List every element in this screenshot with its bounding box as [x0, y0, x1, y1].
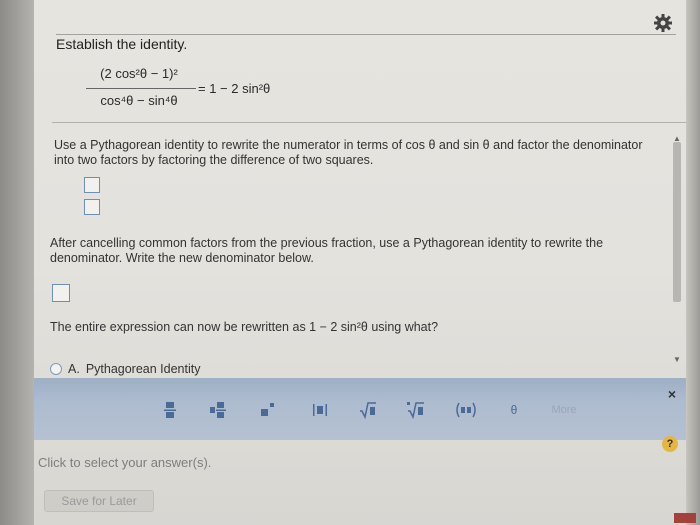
identity-denominator: cos⁴θ − sin⁴θ	[100, 93, 178, 108]
settings-button[interactable]	[648, 10, 678, 40]
identity-rhs: = 1 − 2 sin²θ	[198, 81, 271, 96]
left-edge	[0, 0, 34, 525]
denominator-input-box[interactable]	[84, 199, 100, 215]
section-divider	[52, 122, 692, 123]
right-edge	[686, 0, 700, 525]
fraction-icon	[164, 402, 176, 418]
sqrt-icon	[360, 402, 376, 419]
page: Establish the identity. (2 cos²θ − 1)² c…	[0, 0, 700, 525]
sqrt-button[interactable]	[348, 398, 388, 422]
option-a-label: A.	[68, 362, 80, 376]
math-toolbar: θ More ×	[34, 378, 686, 440]
parentheses-icon	[456, 402, 476, 418]
instruction-step1: Use a Pythagorean identity to rewrite th…	[54, 138, 643, 167]
theta-button[interactable]: θ	[494, 398, 534, 422]
help-icon[interactable]: ?	[662, 436, 678, 452]
parentheses-button[interactable]	[446, 398, 486, 422]
close-icon[interactable]: ×	[668, 386, 676, 402]
fraction-button[interactable]	[150, 398, 190, 422]
theta-icon: θ	[510, 403, 518, 417]
instruction-step2: After cancelling common factors from the…	[50, 236, 604, 265]
corner-badge	[674, 513, 696, 523]
option-a-text: Pythagorean Identity	[85, 362, 201, 376]
more-label: More	[551, 404, 577, 416]
identity-fraction: (2 cos²θ − 1)² cos⁴θ − sin⁴θ	[84, 66, 194, 108]
numerator-input-box[interactable]	[84, 177, 100, 193]
header-divider	[56, 34, 676, 35]
content-area: Establish the identity. (2 cos²θ − 1)² c…	[34, 0, 692, 525]
fraction-answer-input[interactable]	[84, 177, 100, 217]
save-for-later-button[interactable]: Save for Later	[44, 490, 154, 512]
scrollbar[interactable]: ▲ ▼	[672, 134, 682, 364]
page-title: Establish the identity.	[56, 36, 188, 52]
mixed-number-button[interactable]	[198, 398, 238, 422]
absolute-value-icon	[313, 404, 327, 416]
absolute-value-button[interactable]	[300, 398, 340, 422]
instruction-step3: The entire expression can now be rewritt…	[50, 320, 439, 334]
fraction-bar	[86, 88, 196, 89]
mixed-number-icon	[210, 402, 226, 418]
identity-numerator: (2 cos²θ − 1)²	[100, 66, 178, 81]
exponent-button[interactable]	[248, 398, 288, 422]
nth-root-icon	[407, 402, 424, 419]
nth-root-button[interactable]	[396, 398, 436, 422]
option-a[interactable]: A. Pythagorean Identity	[50, 362, 200, 376]
denominator-answer-input[interactable]	[52, 284, 70, 302]
scroll-down-icon[interactable]: ▼	[673, 355, 681, 364]
exponent-icon	[261, 403, 274, 416]
answer-prompt: Click to select your answer(s).	[38, 455, 212, 470]
scroll-thumb[interactable]	[673, 142, 681, 302]
more-button[interactable]: More	[536, 398, 592, 422]
radio-button[interactable]	[50, 363, 62, 375]
